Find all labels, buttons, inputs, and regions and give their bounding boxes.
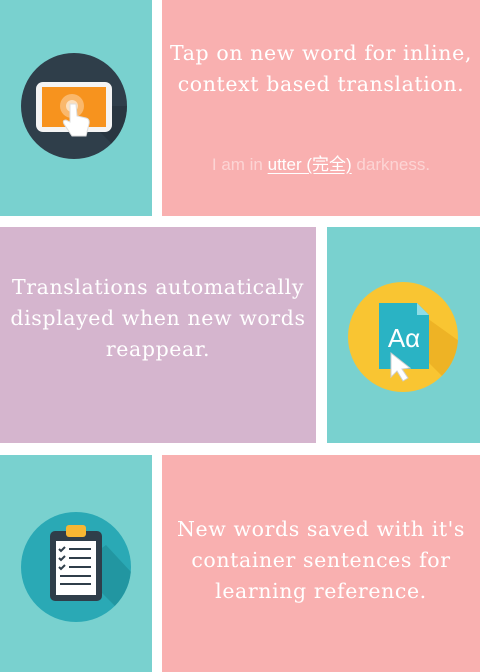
clipboard-checklist-icon [21, 512, 131, 622]
translate-document-icon: Aα [348, 282, 458, 392]
example-sentence: I am in utter (完全) darkness. [162, 150, 480, 175]
example-translated-word: utter (完全) [267, 155, 352, 174]
feature-card-auto-display: Translations automatically displayed whe… [0, 227, 316, 443]
feature-text: Tap on new word for inline, context base… [170, 41, 472, 96]
feature-text: Translations automatically displayed whe… [10, 275, 306, 361]
tablet-tap-icon [21, 53, 127, 159]
icon-panel-tap [0, 0, 152, 216]
translate-icon-label: Aα [388, 323, 420, 353]
example-after: darkness. [351, 155, 431, 174]
feature-card-saved-words: New words saved with it's container sent… [162, 455, 480, 672]
feature-text: New words saved with it's container sent… [176, 517, 466, 603]
icon-panel-clipboard [0, 455, 152, 672]
feature-card-inline-translation: Tap on new word for inline, context base… [162, 0, 480, 216]
icon-panel-translate: Aα [327, 227, 480, 443]
example-before: I am in [211, 155, 268, 174]
